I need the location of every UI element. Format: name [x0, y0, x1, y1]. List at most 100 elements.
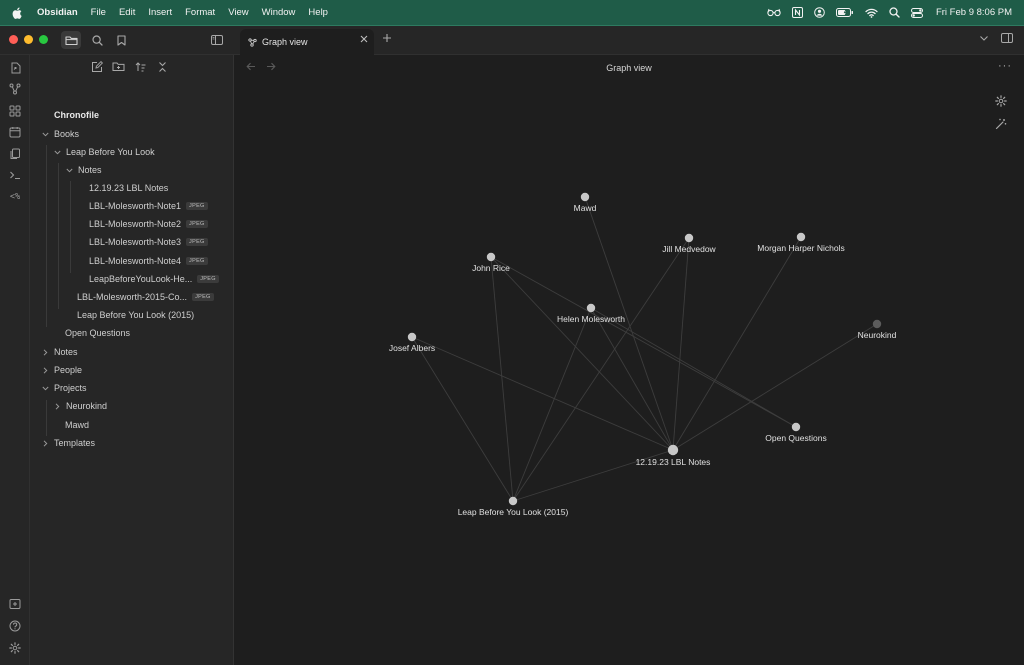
menu-insert[interactable]: Insert [148, 7, 172, 18]
graph-node-lbl[interactable]: 12.19.23 LBL Notes [636, 444, 711, 467]
folder-people[interactable]: People [41, 362, 82, 378]
file-leap-before-you-look-2015[interactable]: Leap Before You Look (2015) [77, 307, 194, 323]
graph-node-dot[interactable] [872, 319, 882, 329]
file-type-badge: JPEG [186, 257, 208, 265]
tree-item-label: LBL-Molesworth-Note3 [89, 237, 182, 247]
open-quick-switcher-icon[interactable] [7, 60, 23, 76]
graph-node-dot[interactable] [684, 233, 694, 243]
graph-node-dot[interactable] [667, 444, 679, 456]
close-window-button[interactable] [9, 35, 18, 44]
new-note-icon[interactable] [90, 60, 103, 73]
folder-templates[interactable]: Templates [41, 435, 95, 451]
folder-neurokind[interactable]: Neurokind [53, 398, 107, 414]
file-type-badge: JPEG [186, 238, 208, 246]
file-mawd[interactable]: Mawd [65, 417, 89, 433]
new-folder-icon[interactable] [112, 60, 125, 73]
open-command-palette-icon[interactable] [7, 167, 23, 183]
folder-books[interactable]: Books [41, 126, 79, 142]
menu-view[interactable]: View [228, 7, 248, 18]
user-circle-icon[interactable] [814, 7, 825, 18]
settings-gear-icon[interactable] [7, 640, 23, 656]
graph-node-label: John Rice [472, 263, 510, 273]
graph-node-label: Jill Medvedow [662, 244, 716, 254]
menu-format[interactable]: Format [185, 7, 215, 18]
graph-node-dot[interactable] [586, 303, 596, 313]
graph-node-neuro[interactable]: Neurokind [858, 319, 897, 340]
tree-item-label: LeapBeforeYouLook-He... [89, 274, 193, 284]
graph-node-helen[interactable]: Helen Molesworth [557, 303, 625, 324]
tree-item-label: Open Questions [65, 328, 131, 338]
graph-node-jill[interactable]: Jill Medvedow [662, 233, 717, 254]
folder-leap-before-you-look[interactable]: Leap Before You Look [53, 144, 155, 160]
vault-name[interactable]: Chronofile [54, 110, 99, 120]
graph-edge-openq-john [490, 256, 797, 428]
graph-node-john[interactable]: John Rice [472, 252, 510, 273]
graph-node-dot[interactable] [486, 252, 496, 262]
open-canvas-icon[interactable] [7, 103, 23, 119]
sort-order-icon[interactable] [134, 60, 147, 73]
toggle-left-sidebar-button[interactable] [207, 31, 227, 49]
search-icon[interactable] [889, 7, 900, 18]
control-center-icon[interactable] [910, 7, 923, 18]
graph-node-josef[interactable]: Josef Albers [389, 332, 435, 353]
folder-notes[interactable]: Notes [65, 162, 102, 178]
insert-template-icon[interactable] [7, 146, 23, 162]
graph-canvas[interactable]: Mawd John Rice Jill Medvedow Morgan Harper … [234, 55, 1024, 665]
help-icon[interactable] [7, 618, 23, 634]
graph-node-label: Neurokind [858, 330, 897, 340]
tab-graph-view[interactable]: Graph view [240, 29, 374, 55]
search-tab-button[interactable] [87, 31, 107, 49]
collapse-all-icon[interactable] [156, 60, 169, 73]
close-tab-icon[interactable] [360, 35, 368, 45]
file-explorer-tab-button[interactable] [61, 31, 81, 49]
wifi-icon[interactable] [865, 8, 878, 18]
graph-node-mawd[interactable]: Mawd [574, 192, 597, 213]
menu-help[interactable]: Help [308, 7, 328, 18]
graph-node-dot[interactable] [796, 232, 806, 242]
sidebar-right-icon [1001, 33, 1013, 43]
notion-icon[interactable] [791, 7, 803, 18]
battery-icon[interactable] [835, 8, 854, 17]
graph-node-dot[interactable] [508, 496, 518, 506]
graph-node-dot[interactable] [407, 332, 417, 342]
graph-node-dot[interactable] [791, 422, 801, 432]
graph-edge-lbl-helen [590, 307, 674, 451]
tab-list-dropdown-button[interactable] [979, 34, 989, 44]
menubar-clock[interactable]: Fri Feb 9 8:06 PM [936, 7, 1012, 18]
file-lbl-molesworth-2015-co[interactable]: LBL-Molesworth-2015-Co... JPEG [77, 289, 214, 305]
menu-edit[interactable]: Edit [119, 7, 135, 18]
tree-item-label: LBL-Molesworth-Note2 [89, 219, 182, 229]
file-12-19-23-lbl-notes[interactable]: 12.19.23 LBL Notes [89, 180, 168, 196]
new-tab-button[interactable] [382, 33, 392, 45]
open-daily-note-icon[interactable] [7, 124, 23, 140]
tree-item-label: Notes [78, 165, 102, 175]
file-lbl-molesworth-note4[interactable]: LBL-Molesworth-Note4 JPEG [89, 253, 208, 269]
toggle-right-sidebar-button[interactable] [1001, 33, 1013, 45]
file-leapbeforeyoulook-he[interactable]: LeapBeforeYouLook-He... JPEG [89, 271, 219, 287]
menu-window[interactable]: Window [262, 7, 296, 18]
tree-item-label: Notes [54, 347, 78, 357]
open-graph-view-icon[interactable] [7, 81, 23, 97]
apple-icon[interactable] [12, 7, 26, 19]
menu-file[interactable]: File [91, 7, 106, 18]
graph-edge-leap-helen [512, 307, 592, 502]
open-vault-icon[interactable] [7, 596, 23, 612]
maximize-window-button[interactable] [39, 35, 48, 44]
graph-node-morgan[interactable]: Morgan Harper Nichols [757, 232, 845, 253]
graph-node-label: Josef Albers [389, 343, 435, 353]
folder-notes-root[interactable]: Notes [41, 344, 78, 360]
graph-node-leap[interactable]: Leap Before You Look (2015) [458, 496, 569, 517]
glasses-icon[interactable] [767, 8, 781, 17]
folder-projects[interactable]: Projects [41, 380, 87, 396]
file-lbl-molesworth-note2[interactable]: LBL-Molesworth-Note2 JPEG [89, 216, 208, 232]
app-menu[interactable]: Obsidian [37, 7, 78, 18]
file-open-questions[interactable]: Open Questions [65, 325, 130, 341]
minimize-window-button[interactable] [24, 35, 33, 44]
file-lbl-molesworth-note1[interactable]: LBL-Molesworth-Note1 JPEG [89, 198, 208, 214]
tree-item-label: LBL-Molesworth-Note1 [89, 201, 182, 211]
bookmarks-tab-button[interactable] [111, 31, 131, 49]
file-lbl-molesworth-note3[interactable]: LBL-Molesworth-Note3 JPEG [89, 234, 208, 250]
graph-node-dot[interactable] [580, 192, 590, 202]
templater-icon[interactable]: <% [7, 189, 23, 205]
graph-node-openq[interactable]: Open Questions [765, 422, 827, 443]
